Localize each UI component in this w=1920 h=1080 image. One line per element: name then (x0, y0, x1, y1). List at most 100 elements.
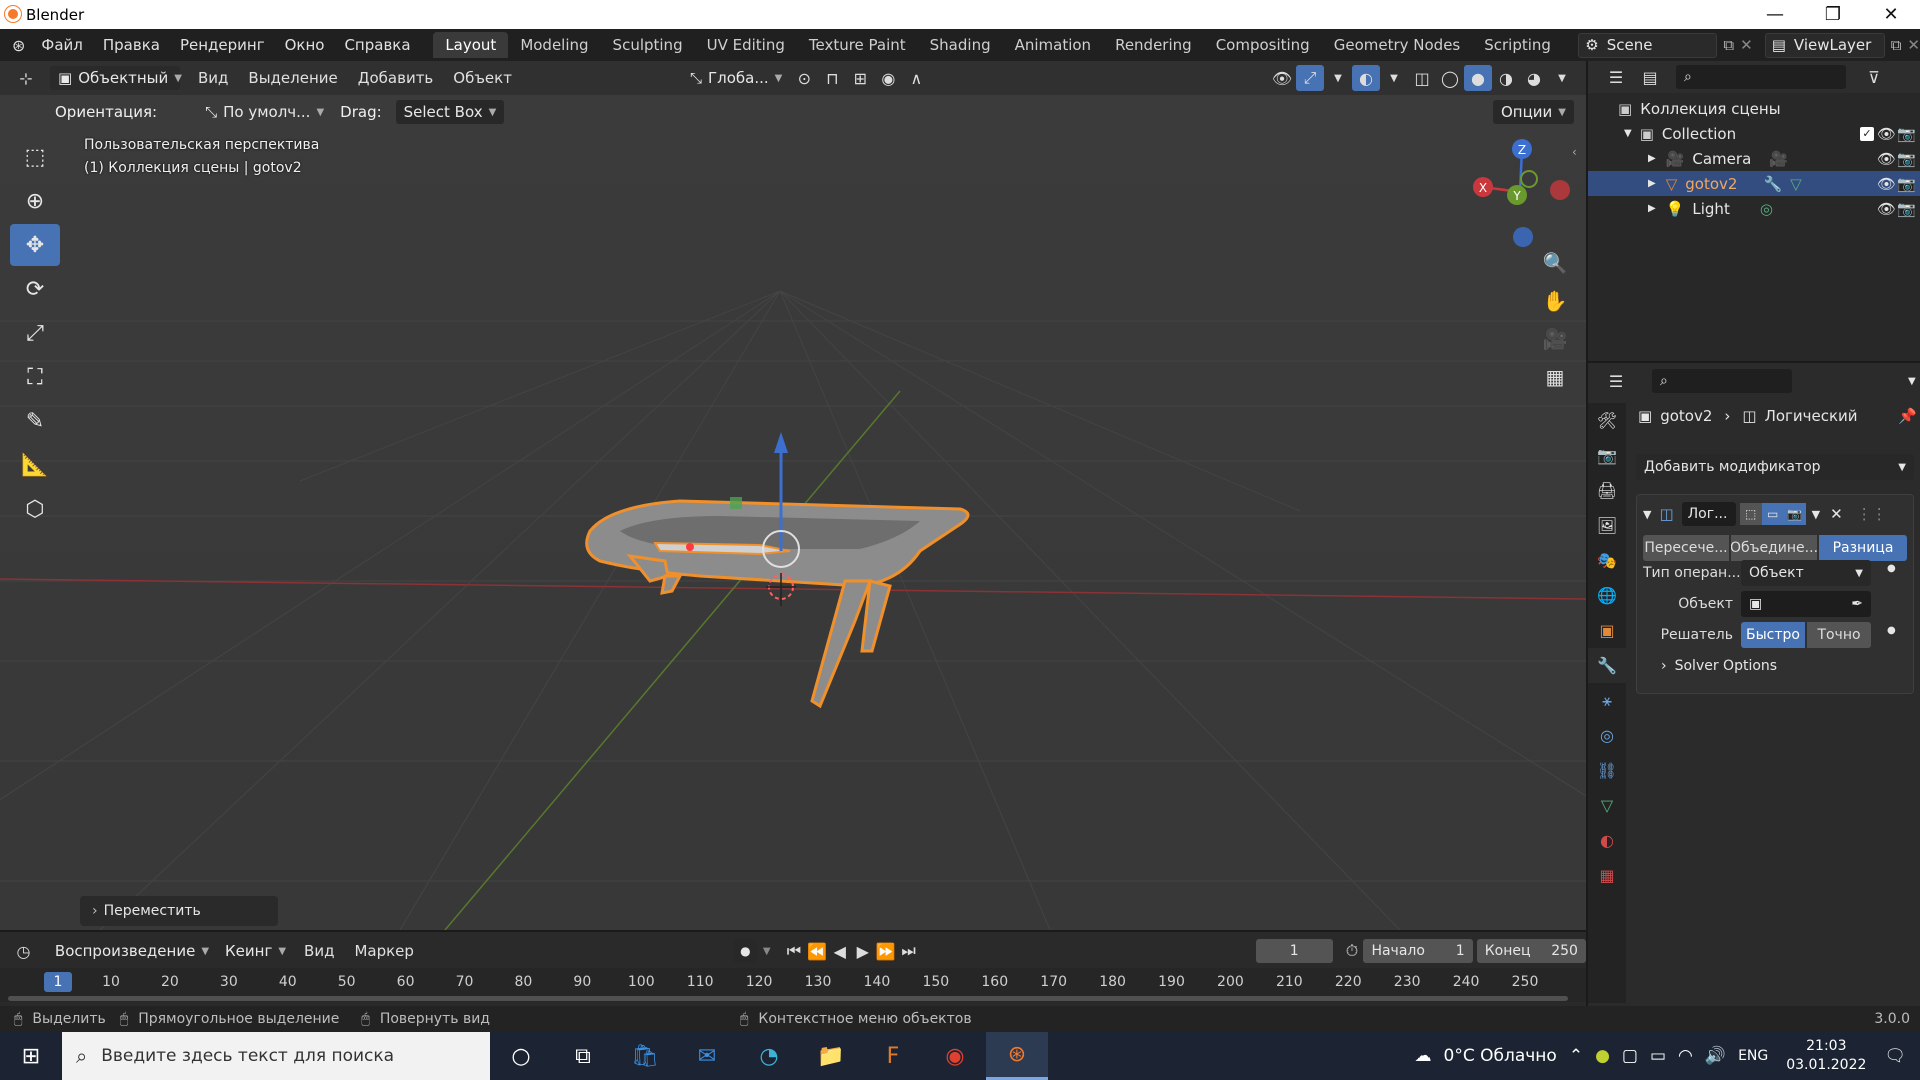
timeline-editor-icon[interactable]: ◷ (12, 938, 35, 964)
timeline-ruler[interactable]: 1 10 20 30 40 50 60 70 80 90 100 110 120 130 140 150 160… (0, 968, 1586, 1002)
clock[interactable]: 21:03 03.01.2022 (1786, 1037, 1866, 1075)
cursor-tool[interactable]: ⊕ (10, 180, 60, 222)
delete-scene-icon[interactable]: ✕ (1740, 36, 1753, 54)
operand-keyframe-icon[interactable]: ● (1887, 563, 1896, 574)
drag-handle-icon[interactable]: ⋮⋮ (1857, 505, 1887, 523)
scene-selector[interactable]: ⚙ Scene (1578, 32, 1718, 58)
object-tab-icon[interactable]: ▣ (1588, 613, 1626, 648)
collection-render-icon[interactable]: 📷 (1897, 125, 1916, 143)
camera-render-icon[interactable]: 📷 (1897, 150, 1916, 168)
outliner-row-camera[interactable]: ▶ 🎥 Camera 🎥 👁 📷 (1588, 146, 1920, 171)
tool-tab-icon[interactable]: 🛠 (1588, 403, 1626, 438)
gotov2-eye-icon[interactable]: 👁 (1877, 175, 1896, 193)
weather-icon[interactable]: ☁ (1415, 1046, 1432, 1066)
camera-eye-icon[interactable]: 👁 (1877, 150, 1896, 168)
language-indicator[interactable]: ENG (1738, 1048, 1768, 1064)
explorer-icon[interactable]: 📁 (800, 1032, 862, 1080)
navigation-gizmo[interactable]: Z X Y (1465, 137, 1575, 247)
outliner-row-gotov2[interactable]: ▶ ▽ gotov2 🔧 ▽ 👁 📷 (1588, 171, 1920, 196)
object-picker-field[interactable]: ▣ ✒ (1741, 591, 1871, 617)
blender-taskbar-icon[interactable]: ⊛ (986, 1032, 1048, 1080)
texture-tab-icon[interactable]: ▦ (1588, 858, 1626, 893)
shading-dropdown-icon[interactable]: ▼ (1548, 65, 1576, 91)
modifier-menu-icon[interactable]: ▼ (1812, 508, 1820, 521)
editor-type-icon[interactable]: ⊹ (12, 65, 40, 91)
tab-uv-editing[interactable]: UV Editing (695, 32, 797, 58)
viewport-toggle-icon[interactable]: ▭ (1761, 503, 1784, 525)
wifi-icon[interactable]: ◠ (1678, 1046, 1693, 1066)
modifier-tab-icon[interactable]: 🔧 (1588, 648, 1626, 683)
outliner-row-light[interactable]: ▶ 💡 Light ◎ 👁 📷 (1588, 196, 1920, 221)
transform-orientation-dropdown[interactable]: ⤡ Глоба... ▼ (682, 66, 790, 90)
material-tab-icon[interactable]: ◐ (1588, 823, 1626, 858)
last-operator-panel[interactable]: › Переместить (80, 896, 278, 926)
camera-view-icon[interactable]: 🎥 (1538, 322, 1572, 356)
outliner-search-input[interactable]: ⌕ (1676, 65, 1846, 89)
tab-layout[interactable]: Layout (433, 32, 509, 58)
menu-render[interactable]: Рендеринг (170, 36, 275, 54)
edit-mode-toggle-icon[interactable]: ⬚ (1739, 503, 1762, 525)
transform-tool[interactable]: ⛶ (10, 356, 60, 398)
annotate-tool[interactable]: ✎ (10, 400, 60, 442)
operation-union-button[interactable]: Объедине... (1731, 535, 1817, 561)
jump-end-icon[interactable]: ⏭ (897, 938, 920, 964)
playback-menu[interactable]: Воспроизведение ▼ (47, 939, 217, 963)
light-render-icon[interactable]: 📷 (1897, 200, 1916, 218)
menu-edit[interactable]: Правка (93, 36, 170, 54)
solver-keyframe-icon[interactable]: ● (1887, 625, 1896, 636)
physics-tab-icon[interactable]: ◎ (1588, 718, 1626, 753)
mail-icon[interactable]: ✉ (676, 1032, 738, 1080)
overlays-icon[interactable]: ◐ (1352, 65, 1380, 91)
frame-start-field[interactable]: Начало 1 (1363, 939, 1473, 963)
menu-object[interactable]: Объект (443, 69, 522, 87)
rotate-tool[interactable]: ⟳ (10, 268, 60, 310)
marker-menu[interactable]: Маркер (344, 942, 423, 960)
prev-keyframe-icon[interactable]: ⏪ (805, 938, 828, 964)
new-viewlayer-icon[interactable]: ⧉ (1891, 36, 1902, 54)
chrome-icon[interactable]: ◉ (924, 1032, 986, 1080)
outliner-row-collection[interactable]: ▼ ▣ Collection ✓ 👁 📷 (1588, 121, 1920, 146)
solver-fast-button[interactable]: Быстро (1741, 622, 1805, 648)
outliner-editor-icon[interactable]: ☰ (1602, 64, 1630, 90)
display-mode-icon[interactable]: ▤ (1636, 64, 1664, 90)
pan-view-icon[interactable]: ✋ (1538, 284, 1572, 318)
expand-gotov2-icon[interactable]: ▶ (1648, 178, 1656, 189)
eyedropper-icon[interactable]: ✒ (1851, 596, 1863, 612)
close-window-button[interactable]: ✕ (1862, 0, 1920, 29)
volume-icon[interactable]: 🔊 (1705, 1046, 1726, 1066)
meet-icon[interactable]: ▢ (1622, 1046, 1638, 1066)
keying-menu[interactable]: Кеинг ▼ (217, 939, 294, 963)
zoom-view-icon[interactable]: 🔍 (1538, 246, 1572, 280)
overlays-dropdown-icon[interactable]: ▼ (1380, 65, 1408, 91)
next-keyframe-icon[interactable]: ⏩ (874, 938, 897, 964)
props-options-icon[interactable]: ▼ (1908, 376, 1916, 387)
expand-camera-icon[interactable]: ▶ (1648, 153, 1656, 164)
pin-icon[interactable]: 📌 (1898, 407, 1917, 425)
gotov2-render-icon[interactable]: 📷 (1897, 175, 1916, 193)
falloff-icon[interactable]: ∧ (902, 65, 930, 91)
light-eye-icon[interactable]: 👁 (1877, 200, 1896, 218)
orientation-dropdown[interactable]: ⤡ По умолч... ▼ (197, 100, 332, 124)
minimize-button[interactable]: — (1746, 0, 1804, 29)
tab-shading[interactable]: Shading (918, 32, 1003, 58)
render-toggle-icon[interactable]: 📷 (1783, 503, 1806, 525)
gizmo-dropdown-icon[interactable]: ▼ (1324, 65, 1352, 91)
tray-app-icon[interactable]: ● (1595, 1046, 1610, 1066)
solver-exact-button[interactable]: Точно (1807, 622, 1871, 648)
view-layer-tab-icon[interactable]: 🖼 (1588, 508, 1626, 543)
viewlayer-selector[interactable]: ▤ ViewLayer (1764, 32, 1885, 58)
collection-checkbox[interactable]: ✓ (1860, 126, 1874, 141)
delete-viewlayer-icon[interactable]: ✕ (1907, 36, 1920, 54)
play-icon[interactable]: ▶ (851, 938, 874, 964)
operation-difference-button[interactable]: Разница (1819, 535, 1907, 561)
sidebar-toggle-icon[interactable]: ‹ (1572, 145, 1577, 159)
solid-shading-icon[interactable]: ● (1464, 65, 1492, 91)
menu-help[interactable]: Справка (334, 36, 420, 54)
add-modifier-dropdown[interactable]: Добавить модификатор ▼ (1636, 454, 1914, 480)
tab-animation[interactable]: Animation (1003, 32, 1103, 58)
visibility-icon[interactable]: 👁 (1268, 65, 1296, 91)
weather-text[interactable]: 0°C Облачно (1444, 1046, 1557, 1066)
new-scene-icon[interactable]: ⧉ (1723, 36, 1734, 54)
add-cube-tool[interactable]: ⬡ (10, 488, 60, 530)
data-tab-icon[interactable]: ▽ (1588, 788, 1626, 823)
